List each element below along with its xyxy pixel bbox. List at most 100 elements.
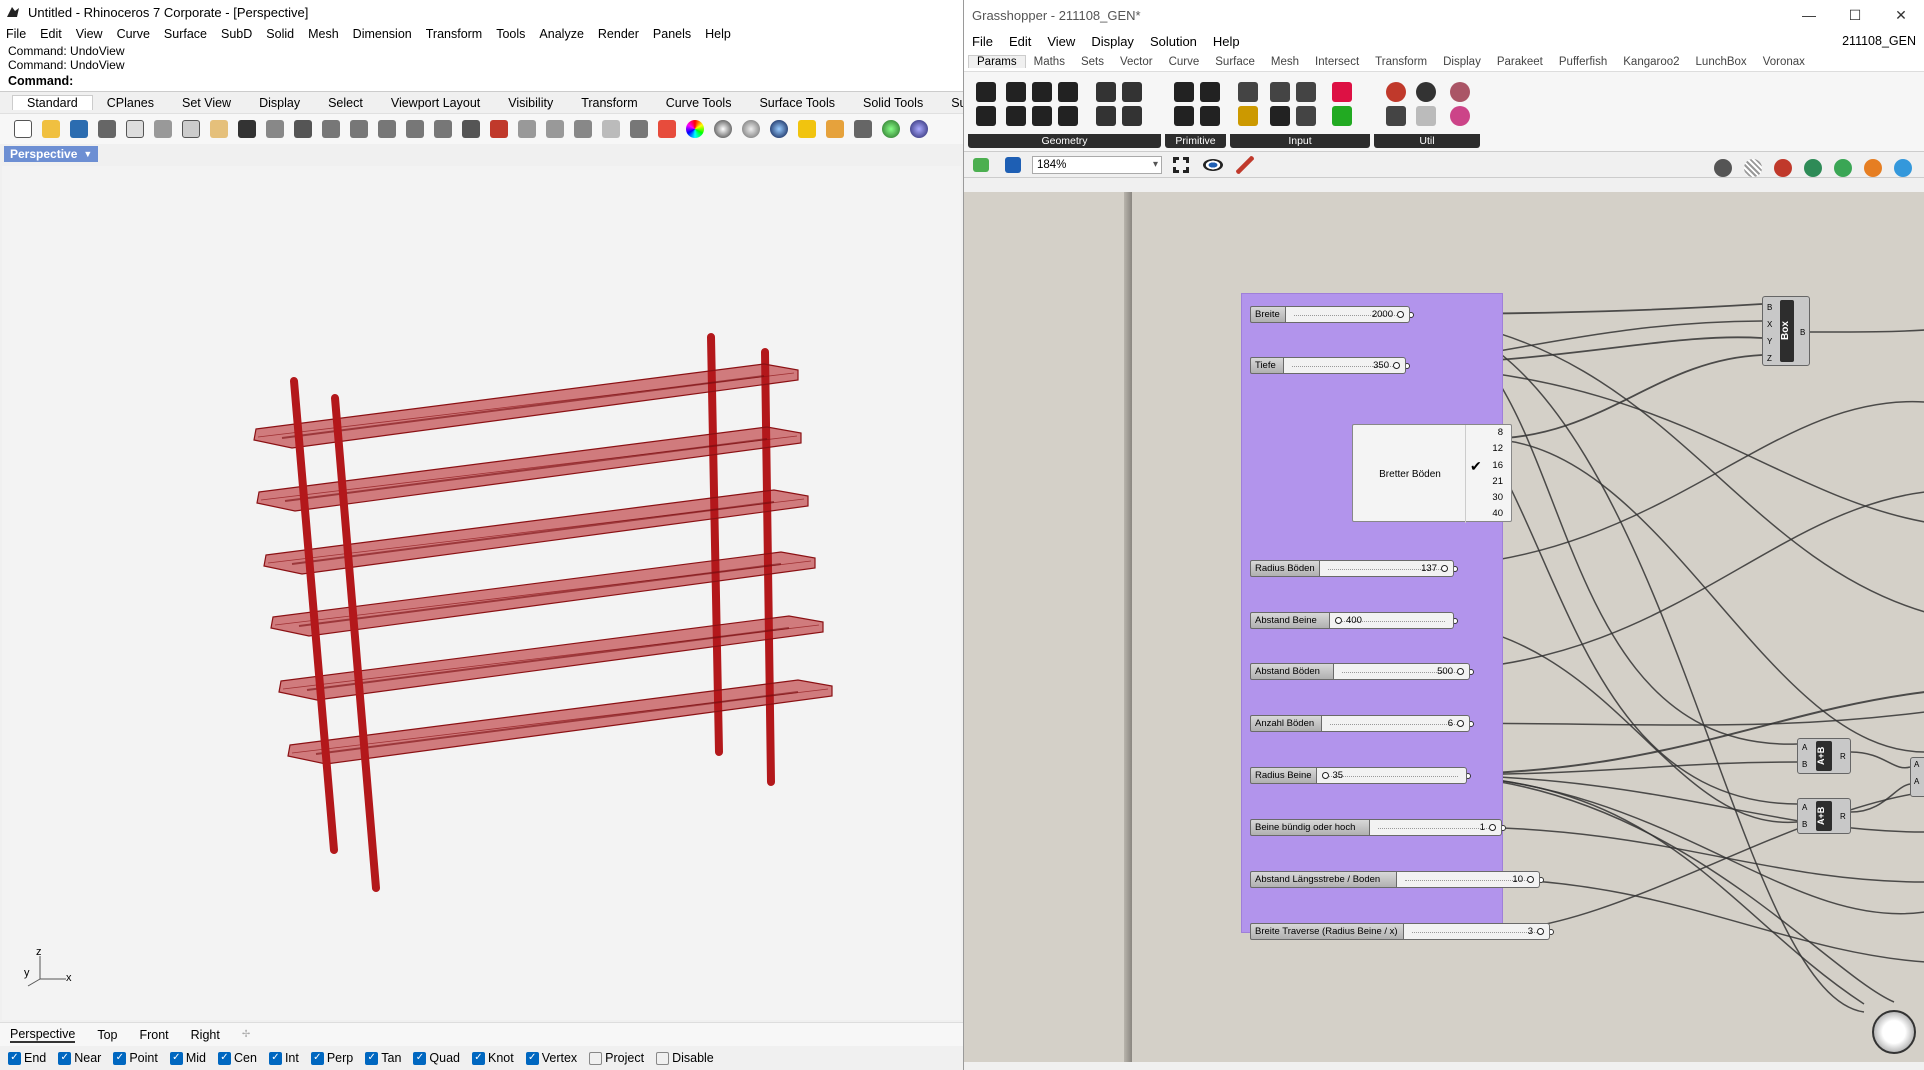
cut-icon[interactable] <box>150 116 176 142</box>
rendered-sphere-icon[interactable] <box>766 116 792 142</box>
gh-tab-pufferfish[interactable]: Pufferfish <box>1551 56 1615 68</box>
tab-standard[interactable]: Standard <box>12 95 93 110</box>
slider-radius-beine[interactable]: Radius Beine 35 <box>1250 767 1471 784</box>
lock-icon[interactable] <box>626 116 652 142</box>
tab-surface-tools[interactable]: Surface Tools <box>745 96 849 110</box>
addition-component[interactable]: A+B A B R <box>1797 798 1851 834</box>
slider-handle-icon[interactable] <box>1457 720 1464 727</box>
slider-track[interactable]: 6 <box>1322 715 1470 732</box>
car-icon[interactable] <box>486 116 512 142</box>
gh-tab-intersect[interactable]: Intersect <box>1307 56 1367 68</box>
slider-handle-icon[interactable] <box>1489 824 1496 831</box>
gh-tab-maths[interactable]: Maths <box>1026 56 1073 68</box>
osnap-perp[interactable]: ✓ Perp <box>310 1051 353 1065</box>
tab-transform[interactable]: Transform <box>567 96 652 110</box>
slider-handle-icon[interactable] <box>1441 565 1448 572</box>
tab-curve-tools[interactable]: Curve Tools <box>652 96 746 110</box>
value-list-item[interactable]: 40 <box>1466 506 1511 522</box>
gumball-icon[interactable] <box>570 116 596 142</box>
plane-param-icon[interactable] <box>1056 104 1080 128</box>
lamp-icon[interactable] <box>794 116 820 142</box>
checkbox-icon[interactable]: ✓ <box>169 1051 183 1065</box>
preview-wireframe-icon[interactable] <box>1710 155 1736 181</box>
paste-icon[interactable] <box>206 116 232 142</box>
slider-track[interactable]: 400 <box>1330 612 1454 629</box>
flask-icon[interactable] <box>1448 104 1472 128</box>
preview-shaded-icon[interactable] <box>1770 155 1796 181</box>
canvas-navigation-icon[interactable] <box>1872 1010 1916 1054</box>
osnap-quad[interactable]: ✓ Quad <box>413 1051 460 1065</box>
curve-param-icon[interactable] <box>1056 80 1080 104</box>
gh-tab-lunchbox[interactable]: LunchBox <box>1688 56 1755 68</box>
checkbox-icon[interactable]: ✓ <box>365 1051 379 1065</box>
relay-icon[interactable] <box>1414 104 1438 128</box>
slider-handle-icon[interactable] <box>1457 668 1464 675</box>
gh-tab-voronax[interactable]: Voronax <box>1755 56 1813 68</box>
layer-icon[interactable] <box>654 116 680 142</box>
input-b[interactable]: B <box>1802 820 1807 829</box>
gh-menu-edit[interactable]: Edit <box>1009 34 1031 49</box>
tab-viewport-layout[interactable]: Viewport Layout <box>377 96 494 110</box>
input-b[interactable]: B <box>1802 760 1807 769</box>
value-list-icon[interactable] <box>1294 104 1318 128</box>
cherry-picker-icon[interactable] <box>1384 80 1408 104</box>
slider-track[interactable]: 1 <box>1370 819 1502 836</box>
gh-tab-surface[interactable]: Surface <box>1207 56 1263 68</box>
mesh-param-icon[interactable] <box>1094 80 1118 104</box>
slider-handle-icon[interactable] <box>1537 928 1544 935</box>
tab-display[interactable]: Display <box>245 96 314 110</box>
four-view-icon[interactable] <box>458 116 484 142</box>
viewport-tab-top[interactable]: Top <box>97 1028 117 1042</box>
osnap-int[interactable]: ✓ Int <box>268 1051 299 1065</box>
slider-track[interactable]: 35 <box>1316 767 1467 784</box>
slider-beine-b-ndig-oder-hoch[interactable]: Beine bündig oder hoch 1 <box>1250 819 1506 836</box>
input-a[interactable]: A <box>1802 743 1807 752</box>
output-r[interactable]: R <box>1840 812 1846 821</box>
menu-file[interactable]: File <box>6 27 26 41</box>
surface-param-icon[interactable] <box>1094 104 1118 128</box>
zoom-extents-icon[interactable] <box>1168 152 1194 178</box>
menu-surface[interactable]: Surface <box>164 27 207 41</box>
gh-tab-transform[interactable]: Transform <box>1367 56 1435 68</box>
save-file-icon[interactable] <box>1000 152 1026 178</box>
light-icon[interactable] <box>598 116 624 142</box>
osnap-knot[interactable]: ✓ Knot <box>472 1051 514 1065</box>
gh-tab-curve[interactable]: Curve <box>1161 56 1208 68</box>
preview-sphere-icon[interactable] <box>1890 155 1916 181</box>
checkbox-icon[interactable] <box>656 1051 670 1065</box>
viewport-tab-right[interactable]: Right <box>191 1028 220 1042</box>
data-input-icon[interactable] <box>1236 80 1260 104</box>
sketch-pen-icon[interactable] <box>1232 152 1258 178</box>
open-icon[interactable] <box>38 116 64 142</box>
slider-track[interactable]: 3 <box>1404 923 1550 940</box>
command-prompt[interactable]: Command: <box>0 74 963 92</box>
osnap-vertex[interactable]: ✓ Vertex <box>525 1051 577 1065</box>
rotate-view-icon[interactable] <box>290 116 316 142</box>
menu-help[interactable]: Help <box>705 27 731 41</box>
gh-menu-view[interactable]: View <box>1047 34 1075 49</box>
box-component[interactable]: Box B X Y Z B <box>1762 296 1810 366</box>
gh-menu-help[interactable]: Help <box>1213 34 1240 49</box>
box-param-icon[interactable] <box>1120 104 1144 128</box>
preview-mesh-icon[interactable] <box>1830 155 1856 181</box>
menu-solid[interactable]: Solid <box>266 27 294 41</box>
new-file-icon[interactable] <box>10 116 36 142</box>
value-list-item[interactable]: 21 <box>1466 474 1511 490</box>
osnap-disable[interactable]: Disable <box>656 1051 714 1065</box>
menu-curve[interactable]: Curve <box>117 27 150 41</box>
checkbox-icon[interactable]: ✓ <box>525 1051 539 1065</box>
preview-selected-icon[interactable] <box>1800 155 1826 181</box>
osnap-near[interactable]: ✓ Near <box>58 1051 101 1065</box>
geometry-param-icon[interactable] <box>974 104 998 128</box>
gh-tab-kangaroo2[interactable]: Kangaroo2 <box>1615 56 1687 68</box>
zoom-icon[interactable] <box>318 116 344 142</box>
osnap-tan[interactable]: ✓ Tan <box>365 1051 401 1065</box>
tab-select[interactable]: Select <box>314 96 377 110</box>
minimize-icon[interactable]: — <box>1786 0 1832 30</box>
preview-eye-icon[interactable] <box>1200 152 1226 178</box>
slider-handle-icon[interactable] <box>1321 772 1329 779</box>
partial-component[interactable]: A A <box>1910 757 1924 797</box>
gh-menu-display[interactable]: Display <box>1091 34 1134 49</box>
checkbox-icon[interactable]: ✓ <box>113 1051 127 1065</box>
osnap-project[interactable]: Project <box>589 1051 644 1065</box>
